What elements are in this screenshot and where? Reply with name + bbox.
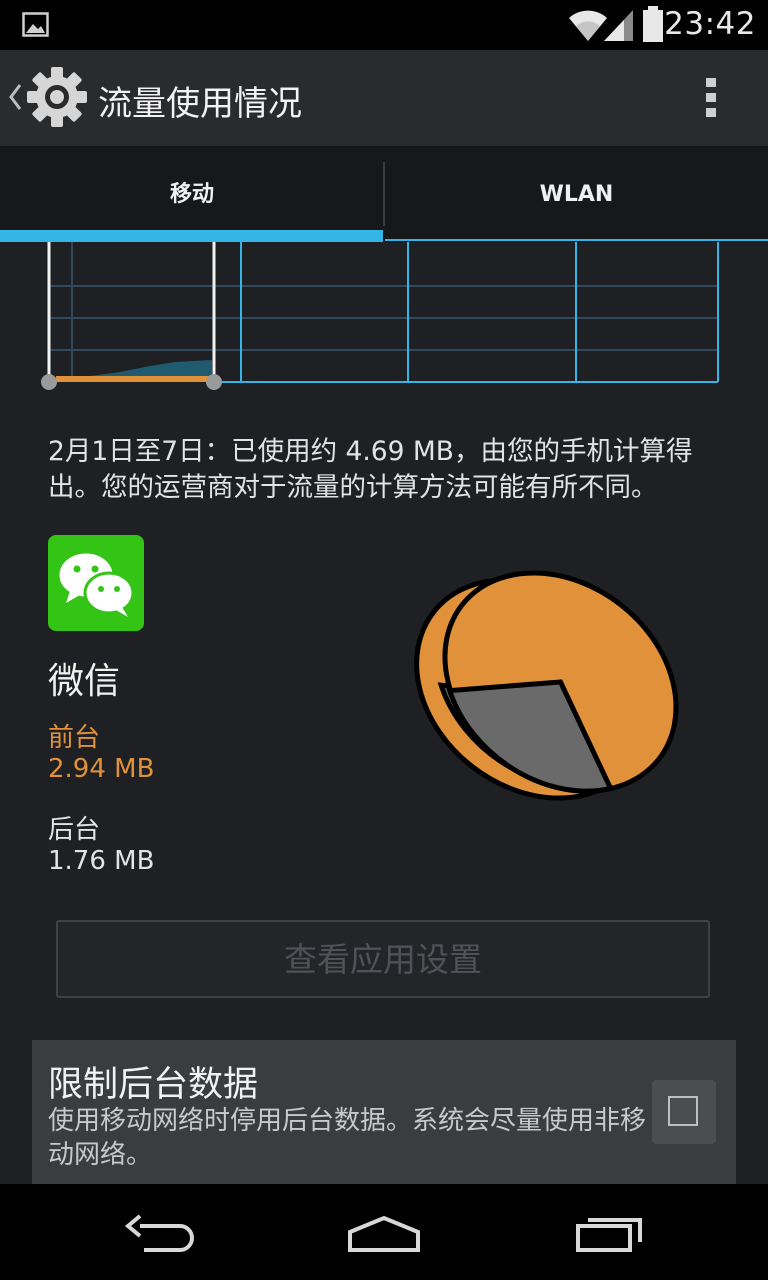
tab-wlan[interactable]: WLAN [385,148,768,242]
settings-gear-icon[interactable] [26,66,88,128]
chart-week-lines [214,242,719,383]
usage-summary: 2月1日至7日：已使用约 4.69 MB，由您的手机计算得出。您的运营商对于流量… [48,436,693,503]
tab-divider [383,162,385,226]
page-title: 流量使用情况 [98,84,302,124]
restrict-background-checkbox-area[interactable] [652,1080,716,1144]
foreground-label: 前台 [48,723,101,753]
navigation-bar [0,1184,768,1280]
tab-mobile[interactable]: 移动 [0,148,384,242]
signal-icon [604,10,633,41]
recents-icon[interactable] [574,1214,646,1254]
battery-icon [643,6,663,42]
status-bar: 23:42 [0,0,768,50]
back-chevron-icon[interactable] [6,82,24,112]
tab-selected-indicator [0,230,383,242]
chart-app-usage-bar [56,376,212,382]
overflow-menu-icon[interactable] [704,76,720,120]
restrict-background-title: 限制后台数据 [48,1065,259,1105]
wechat-icon [48,535,144,631]
restrict-background-description: 使用移动网络时停用后台数据。系统会尽量使用非移动网络。 [48,1106,647,1170]
back-icon[interactable] [124,1214,196,1254]
tab-underline [385,239,768,241]
chart-end-handle[interactable] [206,374,222,390]
image-notification-icon [22,12,49,37]
usage-chart[interactable] [0,242,768,392]
action-bar: 流量使用情况 [0,50,768,148]
usage-pie-chart [414,570,679,801]
app-settings-button[interactable]: 查看应用设置 [56,920,710,998]
restrict-background-checkbox[interactable] [668,1096,698,1126]
chart-start-handle[interactable] [41,374,57,390]
app-name: 微信 [48,661,121,702]
background-value: 1.76 MB [48,846,155,876]
background-label: 后台 [48,815,101,845]
foreground-value: 2.94 MB [48,754,155,784]
status-time: 23:42 [664,6,756,42]
wifi-icon [569,10,607,41]
home-icon[interactable] [346,1214,422,1254]
restrict-background-data-row[interactable]: 限制后台数据 使用移动网络时停用后台数据。系统会尽量使用非移动网络。 [32,1040,736,1184]
chart-gridlines [50,285,718,351]
